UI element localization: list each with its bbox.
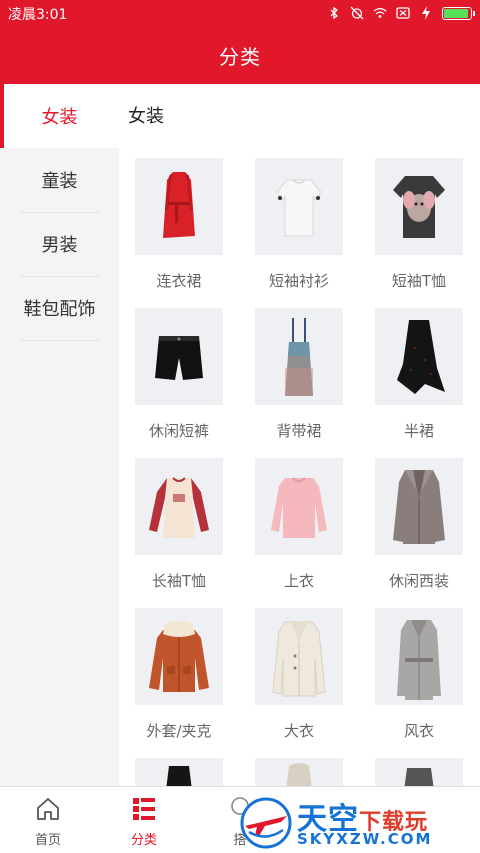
category-card-jacket[interactable]: 外套/夹克 <box>135 608 223 740</box>
category-card-short-sleeve-shirt[interactable]: 短袖衬衫 <box>255 158 343 290</box>
nav-tab-category[interactable]: 分类 <box>104 787 184 853</box>
category-label: 短袖T恤 <box>391 272 447 290</box>
category-card-item[interactable] <box>255 758 343 786</box>
home-icon <box>37 798 59 820</box>
plaid-blazer-image <box>375 458 463 555</box>
status-bar: 凌晨3:01 <box>0 0 480 26</box>
category-content: 女装 连衣裙 短袖衬衫 短袖T恤 休闲短裤 背带裙 半裙 长袖T恤 上衣 休闲西… <box>119 84 480 786</box>
category-icon <box>133 798 155 820</box>
app-header: 分类 <box>0 26 480 84</box>
watermark-logo: 天空下载玩 SKYXZW.COM <box>235 792 480 853</box>
category-card-dress[interactable]: 连衣裙 <box>135 158 223 290</box>
status-time: 凌晨3:01 <box>8 7 68 23</box>
category-card-casual-shorts[interactable]: 休闲短裤 <box>135 308 223 440</box>
red-dress-image <box>135 158 223 255</box>
sidebar-item-women[interactable]: 女装 <box>0 84 119 148</box>
category-label: 短袖衬衫 <box>268 272 329 290</box>
page-title: 分类 <box>219 45 261 69</box>
category-sidebar: 女装 童装 男装 鞋包配饰 <box>0 84 119 786</box>
category-card-blazer[interactable]: 休闲西装 <box>375 458 463 590</box>
plane-logo-icon <box>240 797 292 849</box>
sim-icon <box>396 7 410 19</box>
category-label: 上衣 <box>283 572 314 590</box>
nav-label: 分类 <box>130 833 157 848</box>
section-title: 女装 <box>128 106 164 127</box>
watermark-url: SKYXZW.COM <box>297 830 433 848</box>
category-label: 休闲西装 <box>388 572 449 590</box>
battery-icon <box>442 6 475 20</box>
sidebar-item-men[interactable]: 男装 <box>0 212 119 276</box>
category-card-short-sleeve-tshirt[interactable]: 短袖T恤 <box>375 158 463 290</box>
category-label: 半裙 <box>403 422 434 440</box>
battery-level <box>444 8 468 18</box>
pinafore-dress-image <box>255 308 343 405</box>
alarm-off-icon <box>350 6 364 20</box>
category-label: 大衣 <box>283 722 314 740</box>
pink-sweater-image <box>255 458 343 555</box>
category-label: 风衣 <box>403 722 434 740</box>
category-card-tops[interactable]: 上衣 <box>255 458 343 590</box>
hooded-coat-image <box>255 758 343 786</box>
category-card-coat[interactable]: 大衣 <box>255 608 343 740</box>
black-shorts-image <box>135 308 223 405</box>
sidebar-item-label: 鞋包配饰 <box>23 299 96 320</box>
white-blouse-image <box>255 158 343 255</box>
category-label: 长袖T恤 <box>151 572 207 590</box>
sidebar-item-kids[interactable]: 童装 <box>0 148 119 212</box>
category-label: 连衣裙 <box>156 272 202 290</box>
sidebar-divider <box>20 340 99 341</box>
status-icons <box>327 4 475 22</box>
nav-tab-home[interactable]: 首页 <box>8 787 88 853</box>
bluetooth-icon <box>330 6 339 20</box>
sidebar-item-shoes-bags[interactable]: 鞋包配饰 <box>0 276 119 340</box>
category-card-trench-coat[interactable]: 风衣 <box>375 608 463 740</box>
category-label: 休闲短裤 <box>148 422 209 440</box>
raglan-tshirt-image <box>135 458 223 555</box>
sidebar-item-label: 女装 <box>41 107 78 128</box>
graphic-tshirt-image <box>375 158 463 255</box>
category-card-long-sleeve-tshirt[interactable]: 长袖T恤 <box>135 458 223 590</box>
cream-coat-image <box>255 608 343 705</box>
corduroy-jacket-image <box>135 608 223 705</box>
sidebar-item-label: 男装 <box>41 235 78 256</box>
category-card-item[interactable] <box>375 758 463 786</box>
charging-icon <box>422 6 430 20</box>
sidebar-item-label: 童装 <box>41 171 78 192</box>
wifi-icon <box>373 8 387 18</box>
black-top-image <box>135 758 223 786</box>
dark-jacket-image <box>375 758 463 786</box>
category-label: 外套/夹克 <box>146 722 212 740</box>
trench-coat-image <box>375 608 463 705</box>
category-card-item[interactable] <box>135 758 223 786</box>
nav-label: 首页 <box>34 833 61 848</box>
category-card-pinafore[interactable]: 背带裙 <box>255 308 343 440</box>
black-skirt-image <box>375 308 463 405</box>
category-card-skirt[interactable]: 半裙 <box>375 308 463 440</box>
category-label: 背带裙 <box>276 422 322 440</box>
